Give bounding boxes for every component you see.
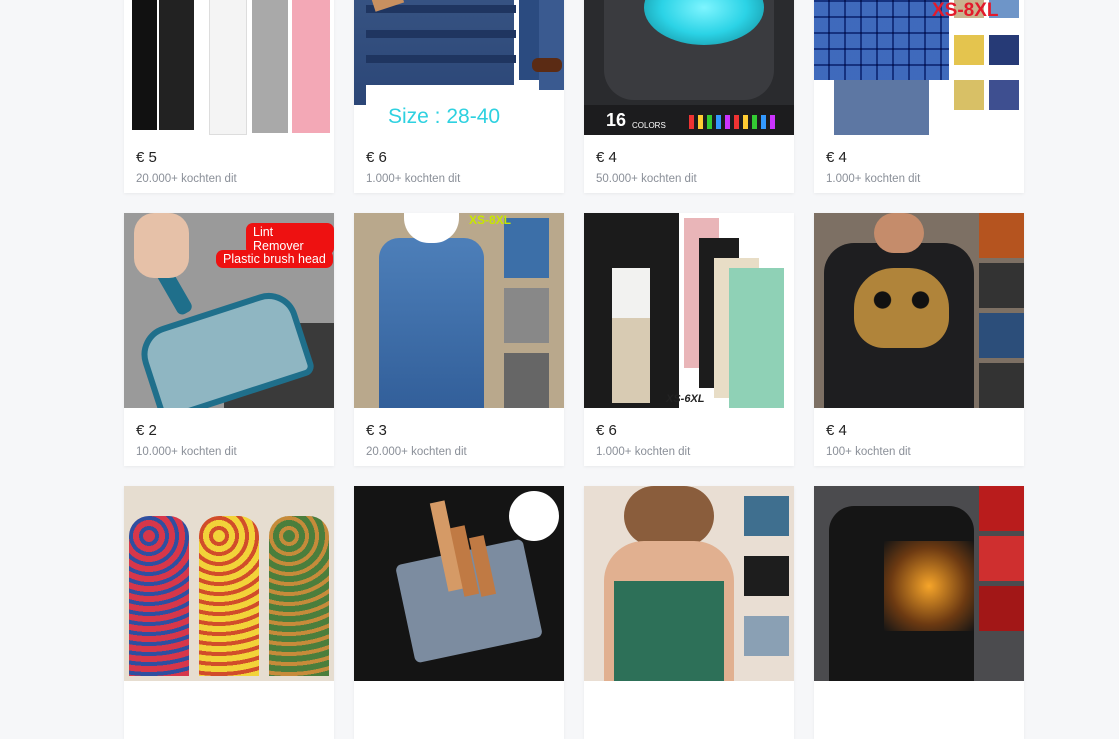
product-price: € 2: [136, 422, 157, 439]
product-card[interactable]: XS-6XL € 6 1.000+ kochten dit: [584, 213, 794, 466]
product-image[interactable]: Lint Remover Plastic brush head: [124, 213, 334, 408]
product-price: € 3: [366, 422, 387, 439]
product-card[interactable]: Lint Remover Plastic brush head € 2 10.0…: [124, 213, 334, 466]
product-price: € 4: [826, 149, 847, 166]
sold-count: 100+ kochten dit: [826, 446, 911, 458]
product-image[interactable]: Size : 28-40: [354, 0, 564, 135]
product-card[interactable]: XS-8XL € 4 1.000+ kochten dit: [814, 0, 1024, 193]
product-image[interactable]: XS-8XL: [354, 213, 564, 408]
sold-count: 20.000+ kochten dit: [136, 173, 237, 185]
color-count-label: 16: [606, 110, 627, 130]
product-image[interactable]: [584, 486, 794, 681]
product-card[interactable]: [814, 486, 1024, 739]
size-label: XS-8XL: [932, 0, 999, 21]
product-price: € 5: [136, 149, 157, 166]
size-label: XS-6XL: [666, 393, 705, 405]
brush-head-label: Plastic brush head: [216, 250, 333, 268]
product-price: € 4: [826, 422, 847, 439]
product-grid: € 5 20.000+ kochten dit Size : 28-40 € 6…: [124, 0, 1024, 739]
size-label: Size : 28-40: [388, 105, 501, 128]
product-card[interactable]: 16 COLORS € 4 50.000+ kochten dit: [584, 0, 794, 193]
product-image[interactable]: [814, 486, 1024, 681]
product-image[interactable]: XS-6XL: [584, 213, 794, 408]
product-price: € 6: [366, 149, 387, 166]
product-image[interactable]: [124, 0, 334, 135]
sold-count: 10.000+ kochten dit: [136, 446, 237, 458]
product-image[interactable]: [124, 486, 334, 681]
colors-label: COLORS: [632, 121, 666, 130]
product-price: € 4: [596, 149, 617, 166]
product-image[interactable]: [354, 486, 564, 681]
sold-count: 50.000+ kochten dit: [596, 173, 697, 185]
sold-count: 1.000+ kochten dit: [366, 173, 461, 185]
sold-count: 1.000+ kochten dit: [596, 446, 691, 458]
product-card[interactable]: XS-8XL € 3 20.000+ kochten dit: [354, 213, 564, 466]
product-price: € 6: [596, 422, 617, 439]
sold-count: 20.000+ kochten dit: [366, 446, 467, 458]
size-label: XS-8XL: [469, 213, 512, 227]
product-card[interactable]: [354, 486, 564, 739]
product-card[interactable]: € 4 100+ kochten dit: [814, 213, 1024, 466]
product-card[interactable]: [584, 486, 794, 739]
product-image[interactable]: 16 COLORS: [584, 0, 794, 135]
product-image[interactable]: [814, 213, 1024, 408]
product-card[interactable]: Size : 28-40 € 6 1.000+ kochten dit: [354, 0, 564, 193]
product-image[interactable]: XS-8XL: [814, 0, 1024, 135]
sold-count: 1.000+ kochten dit: [826, 173, 921, 185]
product-card[interactable]: € 5 20.000+ kochten dit: [124, 0, 334, 193]
product-card[interactable]: [124, 486, 334, 739]
